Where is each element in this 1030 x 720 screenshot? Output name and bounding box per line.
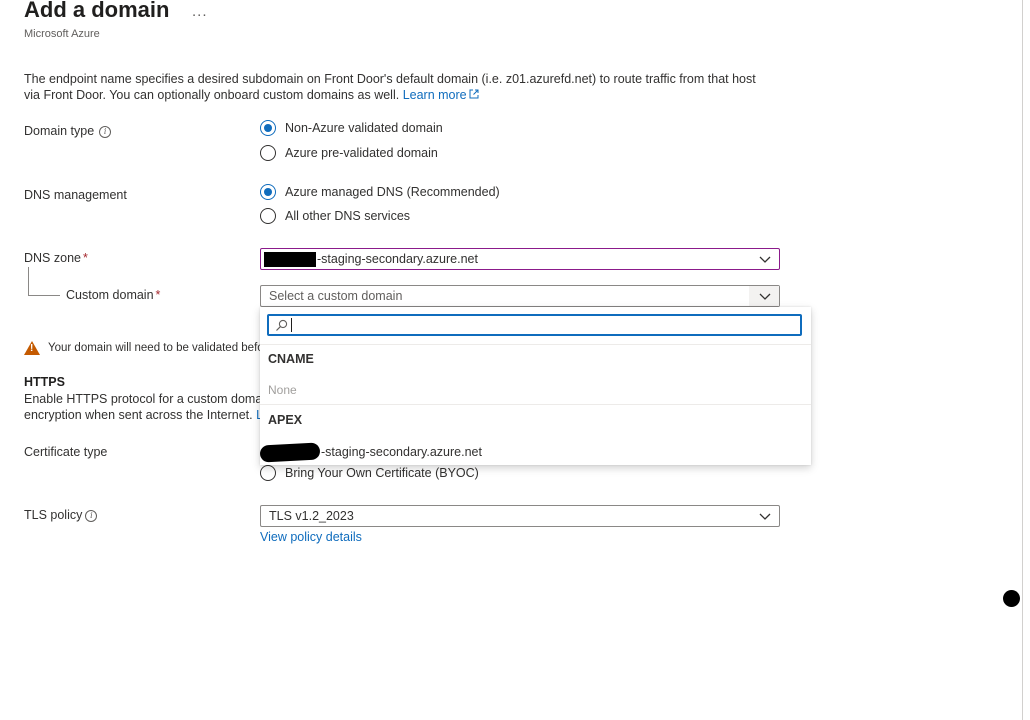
tree-connector: [28, 267, 29, 295]
radio-other-dns-services[interactable]: All other DNS services: [260, 208, 410, 224]
https-description: Enable HTTPS protocol for a custom domai…: [24, 391, 270, 423]
info-icon[interactable]: i: [85, 510, 98, 522]
tls-policy-dropdown[interactable]: TLS v1.2_2023: [260, 505, 780, 527]
search-icon: [276, 319, 288, 331]
external-link-icon: [469, 88, 479, 104]
chevron-down-icon: [759, 513, 771, 520]
certificate-type-label: Certificate type: [24, 445, 108, 459]
custom-domain-placeholder: Select a custom domain: [269, 289, 403, 303]
radio-button-checked[interactable]: [260, 120, 276, 136]
domain-type-label: Domain type i: [24, 124, 112, 138]
text-cursor: [291, 318, 292, 332]
dns-management-label: DNS management: [24, 188, 127, 202]
dns-zone-dropdown[interactable]: -staging-secondary.azure.net: [260, 248, 780, 270]
radio-button[interactable]: [260, 208, 276, 224]
chevron-down-icon: [759, 256, 771, 263]
cursor-dot: [1003, 590, 1020, 607]
cname-empty-item: None: [268, 383, 297, 397]
more-actions-button[interactable]: ...: [192, 3, 208, 20]
page-right-border: [1022, 0, 1023, 720]
custom-domain-dropdown-menu: CNAME None APEX -staging-secondary.azure…: [259, 307, 811, 465]
redacted-text: [259, 441, 321, 463]
dns-zone-label: DNS zone *: [24, 251, 88, 265]
validation-warning: Your domain will need to be validated be…: [24, 341, 264, 355]
view-policy-details-link[interactable]: View policy details: [260, 530, 362, 544]
group-header-cname: CNAME: [268, 352, 314, 366]
radio-button[interactable]: [260, 145, 276, 161]
apex-domain-option[interactable]: -staging-secondary.azure.net: [259, 441, 482, 463]
divider: [260, 404, 811, 405]
divider: [260, 344, 811, 345]
radio-azure-managed-dns[interactable]: Azure managed DNS (Recommended): [260, 184, 500, 200]
info-icon[interactable]: i: [99, 126, 112, 138]
https-heading: HTTPS: [24, 375, 65, 389]
tls-policy-value: TLS v1.2_2023: [269, 509, 354, 523]
group-header-apex: APEX: [268, 413, 303, 427]
description-text: The endpoint name specifies a desired su…: [24, 72, 756, 102]
radio-azure-pre-validated[interactable]: Azure pre-validated domain: [260, 145, 438, 161]
redacted-text: [264, 251, 316, 267]
radio-byoc[interactable]: Bring Your Own Certificate (BYOC): [260, 465, 479, 481]
dns-zone-value: -staging-secondary.azure.net: [317, 252, 478, 266]
custom-domain-dropdown[interactable]: Select a custom domain: [260, 285, 780, 307]
tls-policy-label: TLS policy i: [24, 508, 98, 522]
description: The endpoint name specifies a desired su…: [24, 71, 774, 104]
warning-icon: [24, 341, 40, 355]
radio-non-azure-validated[interactable]: Non-Azure validated domain: [260, 120, 443, 136]
learn-more-link[interactable]: Learn more: [403, 88, 479, 102]
tree-connector-horizontal: [28, 295, 60, 296]
radio-button[interactable]: [260, 465, 276, 481]
radio-button-checked[interactable]: [260, 184, 276, 200]
custom-domain-label: Custom domain *: [66, 288, 161, 302]
page-subtitle: Microsoft Azure: [24, 28, 100, 40]
page-title: Add a domain: [24, 0, 170, 22]
dropdown-search-input[interactable]: [267, 314, 802, 336]
chevron-down-icon: [759, 293, 771, 300]
